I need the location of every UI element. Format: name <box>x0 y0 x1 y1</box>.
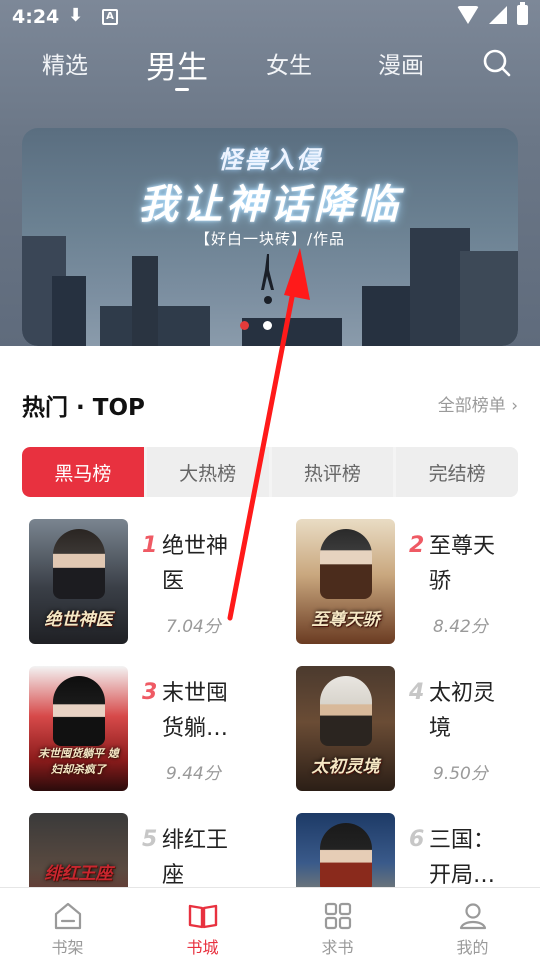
banner-building <box>460 251 518 346</box>
cover-title: 至尊天骄 <box>311 610 380 630</box>
book-cover: 太初灵境 <box>296 666 395 791</box>
book-cover: 绝世神医 <box>29 519 128 644</box>
cover-character <box>320 529 372 599</box>
tab-reviews[interactable]: 热评榜 <box>271 447 394 497</box>
nav-bookstore-label: 书城 <box>186 938 219 957</box>
download-icon: ⬇ <box>68 5 84 26</box>
banner-building <box>132 256 158 346</box>
cover-title: 末世囤货躺平 媳妇却杀疯了 <box>38 747 119 776</box>
cover-character <box>320 676 372 746</box>
book-title: 末世囤货躺… <box>162 681 229 741</box>
wifi-icon <box>457 6 479 24</box>
tab-completed[interactable]: 完结榜 <box>396 447 518 497</box>
rank-number: 4 <box>409 680 425 705</box>
user-icon <box>459 903 486 930</box>
tab-female[interactable]: 女生 <box>266 46 312 80</box>
falling-figure-illustration <box>261 254 274 304</box>
signal-icon <box>489 6 507 24</box>
grid-icon <box>324 902 351 930</box>
cover-character <box>53 676 105 746</box>
book-title: 太初灵境 <box>429 681 496 741</box>
book-cover: 至尊天骄 <box>296 519 395 644</box>
book-card[interactable]: 末世囤货躺平 媳妇却杀疯了 3 末世囤货躺… 9.44分 <box>29 666 269 794</box>
banner-pagination <box>240 321 272 330</box>
promo-banner[interactable]: 怪兽入侵 我让神话降临 【好白一块砖】/作品 <box>22 128 518 346</box>
book-title: 绝世神医 <box>162 534 229 594</box>
banner-building <box>52 276 86 346</box>
chevron-right-icon: › <box>511 396 518 416</box>
rank-number: 2 <box>409 533 425 558</box>
pagination-dot-active[interactable] <box>240 321 249 330</box>
battery-icon <box>517 2 528 25</box>
cover-title: 太初灵境 <box>311 757 380 777</box>
a-notification-icon: A <box>102 9 118 25</box>
book-card[interactable]: 绝世神医 1 绝世神医 7.04分 <box>29 519 269 647</box>
status-bar: 4:24 ⬇ A <box>0 0 540 36</box>
tab-dark-horse[interactable]: 黑马榜 <box>22 447 144 497</box>
status-icons <box>457 2 528 25</box>
book-score: 7.04分 <box>166 617 221 637</box>
book-score: 9.44分 <box>166 764 221 784</box>
book-card[interactable]: 至尊天骄 2 至尊天骄 8.42分 <box>296 519 536 647</box>
book-title: 至尊天骄 <box>429 534 496 594</box>
search-icon[interactable] <box>482 48 512 78</box>
rank-number: 1 <box>142 533 158 558</box>
rank-number: 6 <box>409 827 425 852</box>
cover-title: 绯红王座 <box>44 864 113 884</box>
cover-character <box>53 529 105 599</box>
cover-character <box>320 823 372 893</box>
all-rankings-label: 全部榜单 <box>437 396 506 416</box>
tab-hot[interactable]: 大热榜 <box>146 447 269 497</box>
bottom-navigation: 书架 书城 求书 我的 <box>0 887 540 960</box>
nav-request-book[interactable]: 求书 <box>270 888 405 960</box>
rank-number: 3 <box>142 680 158 705</box>
book-card[interactable]: 太初灵境 4 太初灵境 9.50分 <box>296 666 536 794</box>
nav-bookshelf-label: 书架 <box>51 938 84 957</box>
banner-subtitle: 怪兽入侵 <box>218 146 322 174</box>
book-title: 绯红王座 <box>162 828 229 888</box>
tab-featured[interactable]: 精选 <box>42 46 88 80</box>
book-score: 9.50分 <box>433 764 488 784</box>
nav-bookshelf[interactable]: 书架 <box>0 888 135 960</box>
book-open-icon <box>188 904 217 929</box>
status-time: 4:24 <box>12 6 60 28</box>
pagination-dot[interactable] <box>263 321 272 330</box>
banner-author: 【好白一块砖】/作品 <box>194 230 346 248</box>
bookshelf-icon <box>54 902 81 930</box>
nav-bookstore[interactable]: 书城 <box>135 888 270 960</box>
active-tab-indicator <box>175 88 189 91</box>
all-rankings-link[interactable]: 全部榜单 › <box>438 391 518 416</box>
tab-comics[interactable]: 漫画 <box>378 46 424 80</box>
section-title-hot-top: 热门 · TOP <box>22 395 145 421</box>
nav-profile[interactable]: 我的 <box>405 888 540 960</box>
cover-title: 绝世神医 <box>44 610 113 630</box>
nav-profile-label: 我的 <box>456 938 489 957</box>
rank-number: 5 <box>142 827 158 852</box>
book-title: 三国：开局… <box>429 828 496 888</box>
ranking-tabs: 黑马榜 大热榜 热评榜 完结榜 <box>22 447 518 497</box>
tab-male[interactable]: 男生 <box>146 42 208 87</box>
book-score: 8.42分 <box>433 617 488 637</box>
book-cover: 末世囤货躺平 媳妇却杀疯了 <box>29 666 128 791</box>
channel-tabs: 精选 男生 女生 漫画 <box>0 40 540 100</box>
banner-title: 我让神话降临 <box>138 182 402 228</box>
nav-request-book-label: 求书 <box>321 938 354 957</box>
